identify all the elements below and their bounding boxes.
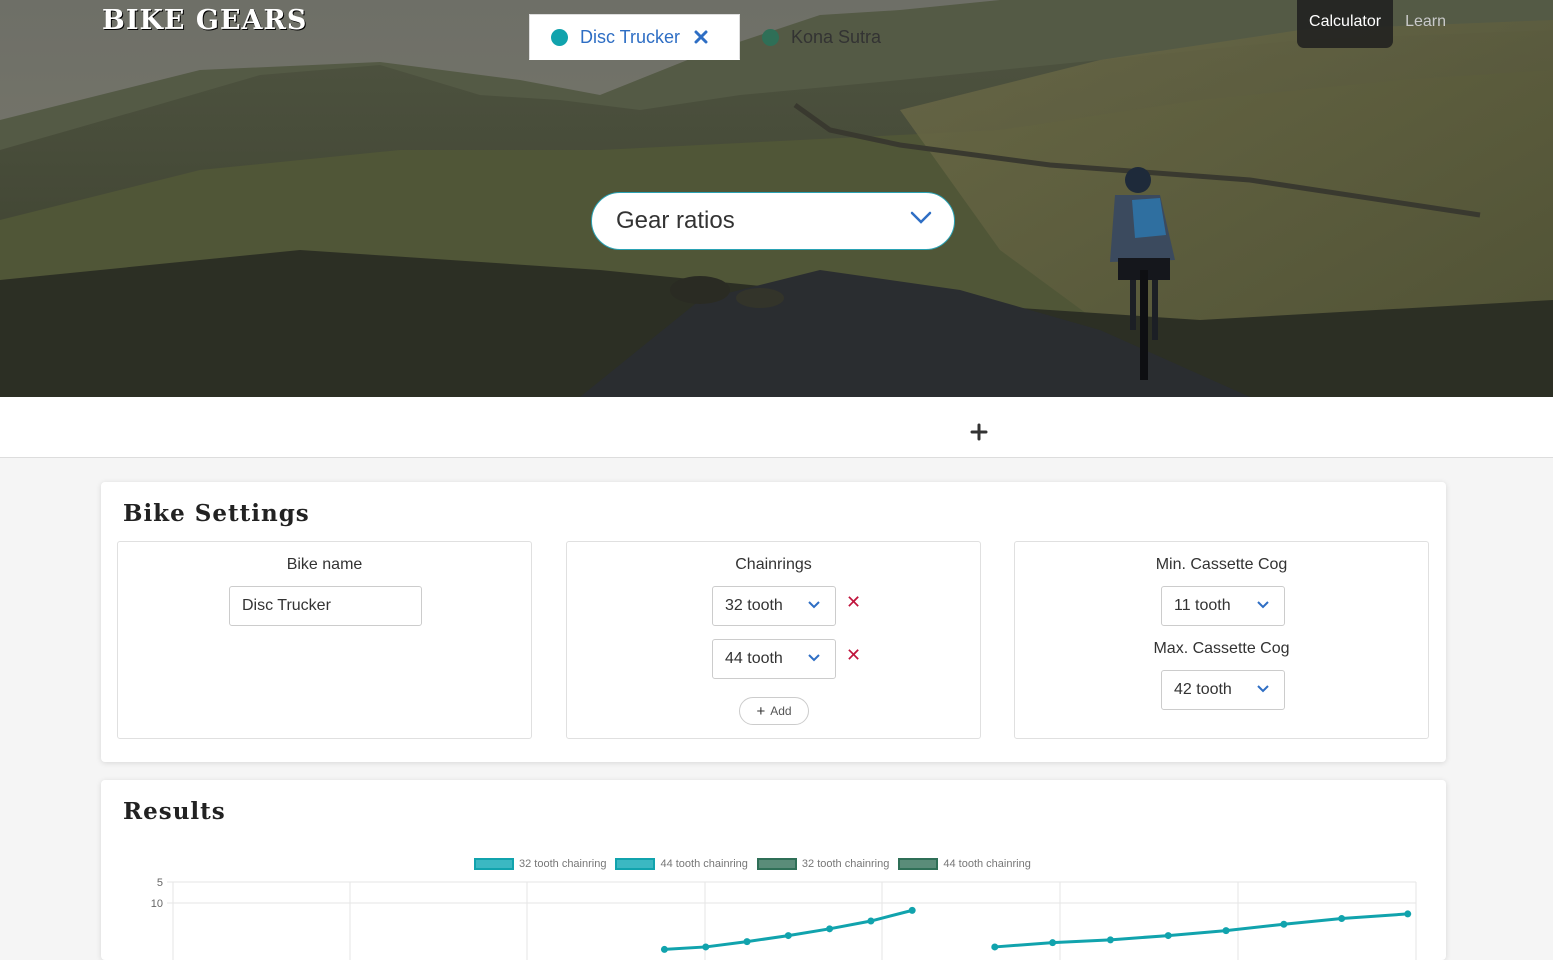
remove-chainring-icon[interactable]: ✕ (846, 592, 861, 613)
add-chainring-button[interactable]: + Add (739, 697, 809, 725)
data-point[interactable] (743, 938, 751, 946)
data-point[interactable] (826, 925, 834, 933)
bike-name-input[interactable] (229, 586, 422, 626)
data-point[interactable] (660, 945, 668, 953)
site-logo[interactable]: BIKE GEARS (102, 5, 307, 36)
bike-settings-card: Bike Settings Bike name Chainrings 32 to… (101, 482, 1446, 762)
chevron-down-icon (1257, 601, 1269, 609)
chainring-select-1[interactable]: 32 tooth (712, 586, 836, 626)
data-point[interactable] (991, 943, 999, 951)
calculator-type-select[interactable]: Gear ratios (591, 192, 955, 250)
bike-color-dot (551, 28, 568, 46)
chainring-value: 32 tooth (725, 597, 783, 614)
min-cog-value: 11 tooth (1174, 597, 1231, 614)
chainrings-panel: Chainrings 32 tooth ✕ 44 tooth ✕ + Add (566, 541, 981, 739)
chevron-down-icon (910, 211, 932, 224)
data-point[interactable] (1338, 915, 1346, 923)
calculator-type-value: Gear ratios (616, 207, 735, 234)
chainring-value: 44 tooth (725, 650, 783, 667)
chainrings-label: Chainrings (735, 556, 812, 573)
chevron-down-icon (808, 654, 820, 662)
data-point[interactable] (908, 906, 916, 914)
close-tab-icon[interactable] (694, 30, 708, 44)
y-tick-label: 10 (151, 898, 163, 910)
bike-settings-title: Bike Settings (123, 500, 310, 527)
top-nav: Calculator Learn (1297, 0, 1458, 48)
tab-label: Disc Trucker (580, 26, 681, 47)
chainring-select-2[interactable]: 44 tooth (712, 639, 836, 679)
tab-kona-sutra[interactable]: Kona Sutra (760, 14, 881, 60)
cassette-panel: Min. Cassette Cog 11 tooth Max. Cassette… (1014, 541, 1429, 739)
data-point[interactable] (702, 943, 710, 951)
data-point[interactable] (784, 932, 792, 940)
nav-learn[interactable]: Learn (1393, 0, 1458, 48)
chevron-down-icon (1257, 685, 1269, 693)
results-card: Results 32 tooth chainring 44 tooth chai… (101, 780, 1446, 960)
min-cog-label: Min. Cassette Cog (1155, 556, 1288, 573)
remove-chainring-icon[interactable]: ✕ (846, 645, 861, 666)
tab-label: Kona Sutra (791, 26, 882, 47)
data-point[interactable] (1049, 939, 1057, 947)
bike-color-dot (762, 28, 779, 46)
add-chainring-label: Add (770, 704, 792, 718)
bike-name-label: Bike name (286, 556, 363, 573)
add-bike-icon[interactable] (969, 422, 989, 442)
tab-disc-trucker[interactable]: Disc Trucker (529, 14, 740, 60)
max-cog-value: 42 tooth (1174, 681, 1232, 698)
y-tick-label: 5 (157, 877, 163, 889)
bike-name-panel: Bike name (117, 541, 532, 739)
plus-icon: + (756, 702, 766, 720)
data-point[interactable] (1280, 920, 1288, 928)
gear-ratio-chart: 5 10 (151, 877, 1417, 960)
min-cog-select[interactable]: 11 tooth (1161, 586, 1285, 626)
chevron-down-icon (808, 601, 820, 609)
data-point[interactable] (867, 917, 875, 925)
series-line (664, 908, 913, 951)
max-cog-select[interactable]: 42 tooth (1161, 670, 1285, 710)
series-line (994, 912, 1408, 949)
data-point[interactable] (1404, 910, 1412, 918)
max-cog-label: Max. Cassette Cog (1153, 640, 1290, 657)
bike-tabs-bar (0, 397, 1553, 458)
data-point[interactable] (1164, 932, 1172, 940)
nav-calculator[interactable]: Calculator (1297, 0, 1394, 48)
data-point[interactable] (1222, 927, 1230, 935)
